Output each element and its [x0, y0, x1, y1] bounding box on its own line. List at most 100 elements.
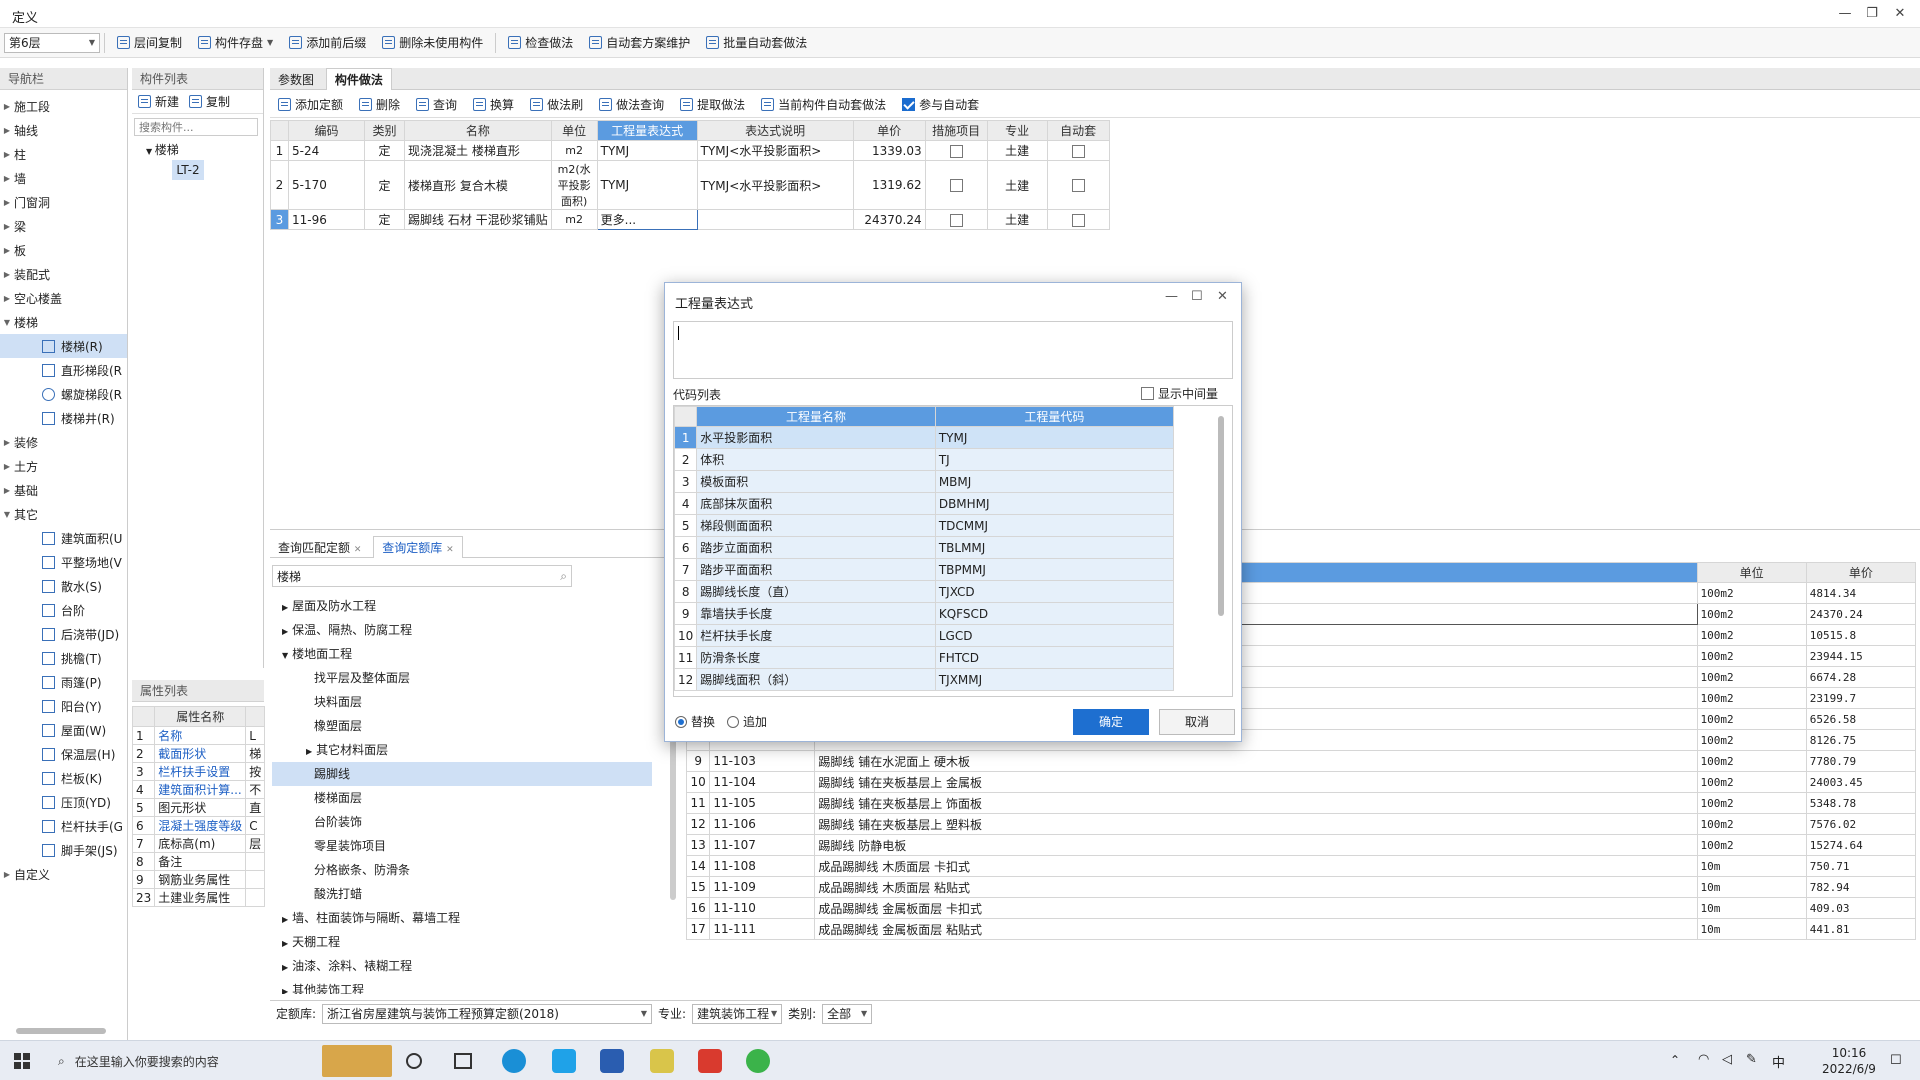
measure-cell[interactable] [924, 209, 988, 230]
tab-param-graph[interactable]: 参数图 [270, 69, 322, 91]
name-cell[interactable]: 踢脚线 石材 干混砂浆铺贴 [404, 209, 552, 230]
prop-value[interactable] [245, 888, 266, 907]
tree-node[interactable]: ▶ 屋面及防水工程 [272, 594, 672, 618]
name-cell[interactable]: 楼梯直形 复合木模 [404, 160, 552, 210]
ime-indicator[interactable]: 中 [1772, 1052, 1785, 1071]
tray-chevron-icon[interactable]: ⌃ [1670, 1053, 1680, 1067]
name-cell[interactable]: 现浇混凝土 楼梯直形 [404, 140, 552, 161]
tree-node[interactable]: ▶ 天棚工程 [272, 930, 672, 954]
restore-icon[interactable]: ❐ [1861, 4, 1883, 24]
tree-node[interactable]: 台阶装饰 [272, 810, 672, 834]
close-icon[interactable]: ✕ [1889, 4, 1911, 24]
tree-node[interactable]: ▶ 其他装饰工程 [272, 978, 672, 994]
nav-subitem[interactable]: 脚手架(JS) [0, 838, 127, 862]
nav-subitem[interactable]: 平整场地(V [0, 550, 127, 574]
cancel-button[interactable]: 取消 [1159, 709, 1235, 735]
nav-subitem[interactable]: 螺旋梯段(R [0, 382, 127, 406]
radio[interactable] [727, 715, 739, 728]
pen-icon[interactable]: ✎ [1746, 1052, 1757, 1067]
network-icon[interactable]: ◠ [1698, 1052, 1709, 1067]
app-t-icon[interactable] [552, 1049, 576, 1073]
new-button[interactable]: 新建 [136, 90, 181, 114]
nav-item[interactable]: ▶ 门窗洞 [0, 190, 127, 214]
method-toolbar-button[interactable]: 添加定额 [270, 93, 351, 117]
auto-cell[interactable] [1046, 140, 1110, 161]
code-cell[interactable]: 5-24 [288, 140, 365, 161]
scrollbar[interactable] [16, 1028, 106, 1034]
table-row[interactable]: 1 名称 L [131, 726, 266, 745]
table-row[interactable]: 15 11-109 成品踢脚线 木质面层 粘贴式 10m 782.94 [685, 876, 1917, 898]
quota-search-input[interactable]: 楼梯 ⌕ [272, 565, 572, 587]
nav-item-stairs[interactable]: ▼ 楼梯 [0, 310, 127, 334]
quota-lib-select[interactable]: 浙江省房屋建筑与装饰工程预算定额(2018) ▼ [322, 1003, 653, 1024]
append-option[interactable]: 追加 [727, 713, 767, 730]
tree-node[interactable]: 楼梯面层 [272, 786, 672, 810]
save-component-button[interactable]: 构件存盘 ▼ [190, 31, 281, 55]
nav-subitem[interactable]: 后浇带(JD) [0, 622, 127, 646]
table-row[interactable]: 3 栏杆扶手设置按 [131, 762, 266, 781]
nav-item[interactable]: ▶ 空心楼盖 [0, 286, 127, 310]
nav-item[interactable]: ▶ 装配式 [0, 262, 127, 286]
table-row[interactable]: 5 图元形状直 [131, 798, 266, 817]
table-row[interactable]: 10 11-104 踢脚线 铺在夹板基层上 金属板 100m2 24003.45 [685, 771, 1917, 793]
method-toolbar-button[interactable]: 做法查询 [591, 93, 672, 117]
code-row[interactable]: 2 体积 TJ [674, 448, 1175, 471]
checkbox[interactable] [902, 98, 916, 111]
table-row[interactable]: 12 11-106 踢脚线 铺在夹板基层上 塑料板 100m2 7576.02 [685, 813, 1917, 835]
auto-join-toggle[interactable]: 参与自动套 [894, 93, 987, 117]
auto-cell[interactable] [1046, 209, 1110, 230]
prop-value[interactable]: 梯 [245, 744, 266, 763]
code-row[interactable]: 4 底部抹灰面积 DBMHMJ [674, 492, 1175, 515]
nav-subitem[interactable]: 屋面(W) [0, 718, 127, 742]
tree-node[interactable]: 分格嵌条、防滑条 [272, 858, 672, 882]
edge-icon[interactable] [502, 1049, 526, 1073]
prop-value[interactable] [245, 870, 266, 889]
nav-subitem[interactable]: 保温层(H) [0, 742, 127, 766]
table-row[interactable]: 11 11-105 踢脚线 铺在夹板基层上 饰面板 100m2 5348.78 [685, 792, 1917, 814]
table-row[interactable]: 6 混凝土强度等级 C [131, 816, 266, 835]
wechat-icon[interactable] [746, 1049, 770, 1073]
code-row[interactable]: 6 踏步立面面积 TBLMMJ [674, 536, 1175, 559]
method-toolbar-button[interactable]: 做法刷 [522, 93, 591, 117]
tree-node[interactable]: ▶ 油漆、涂料、裱糊工程 [272, 954, 672, 978]
code-row[interactable]: 1 水平投影面积 TYMJ [674, 426, 1175, 449]
table-row[interactable]: 13 11-107 踢脚线 防静电板 100m2 15274.64 [685, 834, 1917, 856]
clock[interactable]: 10:16 2022/6/9 [1814, 1045, 1884, 1077]
checkbox[interactable] [949, 144, 963, 158]
nav-item[interactable]: ▶ 板 [0, 238, 127, 262]
checkbox[interactable] [1141, 387, 1154, 400]
tree-node[interactable]: 酸洗打蜡 [272, 882, 672, 906]
close-icon[interactable]: ✕ [446, 545, 454, 555]
add-prefix-button[interactable]: 添加前后缀 [281, 31, 374, 55]
tree-node[interactable]: 橡塑面层 [272, 714, 672, 738]
tree-node[interactable]: ▶ 墙、柱面装饰与隔断、幕墙工程 [272, 906, 672, 930]
tree-node[interactable]: ▶ 保温、隔热、防腐工程 [272, 618, 672, 642]
app-icon[interactable] [650, 1049, 674, 1073]
expression-cell[interactable]: 更多... [596, 209, 698, 230]
tree-node-lt2[interactable]: LT-2 [172, 160, 204, 180]
checkbox[interactable] [1071, 213, 1085, 227]
radio[interactable] [675, 715, 687, 728]
tree-node[interactable]: 找平层及整体面层 [272, 666, 672, 690]
method-toolbar-button[interactable]: 提取做法 [672, 93, 753, 117]
nav-item[interactable]: ▶ 梁 [0, 214, 127, 238]
code-row[interactable]: 3 模板面积 MBMJ [674, 470, 1175, 493]
auto-plan-button[interactable]: 自动套方案维护 [581, 31, 698, 55]
expression-cell[interactable]: TYMJ [596, 140, 698, 161]
nav-item[interactable]: ▶ 土方 [0, 454, 127, 478]
nav-item[interactable]: ▶ 柱 [0, 142, 127, 166]
nav-item[interactable]: ▶ 基础 [0, 478, 127, 502]
code-row[interactable]: 8 踢脚线长度（直） TJXCD [674, 580, 1175, 603]
method-toolbar-button[interactable]: 换算 [465, 93, 522, 117]
table-row[interactable]: 16 11-110 成品踢脚线 金属板面层 卡扣式 10m 409.03 [685, 897, 1917, 919]
code-row[interactable]: 10 栏杆扶手长度 LGCD [674, 624, 1175, 647]
category-select[interactable]: 全部 ▼ [822, 1003, 873, 1024]
table-row[interactable]: 4 建筑面积计算... 不 [131, 780, 266, 799]
expression-cell[interactable]: TYMJ [596, 160, 698, 210]
nav-subitem[interactable]: 栏杆扶手(G [0, 814, 127, 838]
major-select[interactable]: 建筑装饰工程 ▼ [692, 1003, 783, 1024]
code-row[interactable]: 12 踢脚线面积（斜） TJXMMJ [674, 668, 1175, 691]
table-row[interactable]: 17 11-111 成品踢脚线 金属板面层 粘贴式 10m 441.81 [685, 918, 1917, 940]
code-cell[interactable]: 5-170 [288, 160, 365, 210]
measure-cell[interactable] [924, 140, 988, 161]
